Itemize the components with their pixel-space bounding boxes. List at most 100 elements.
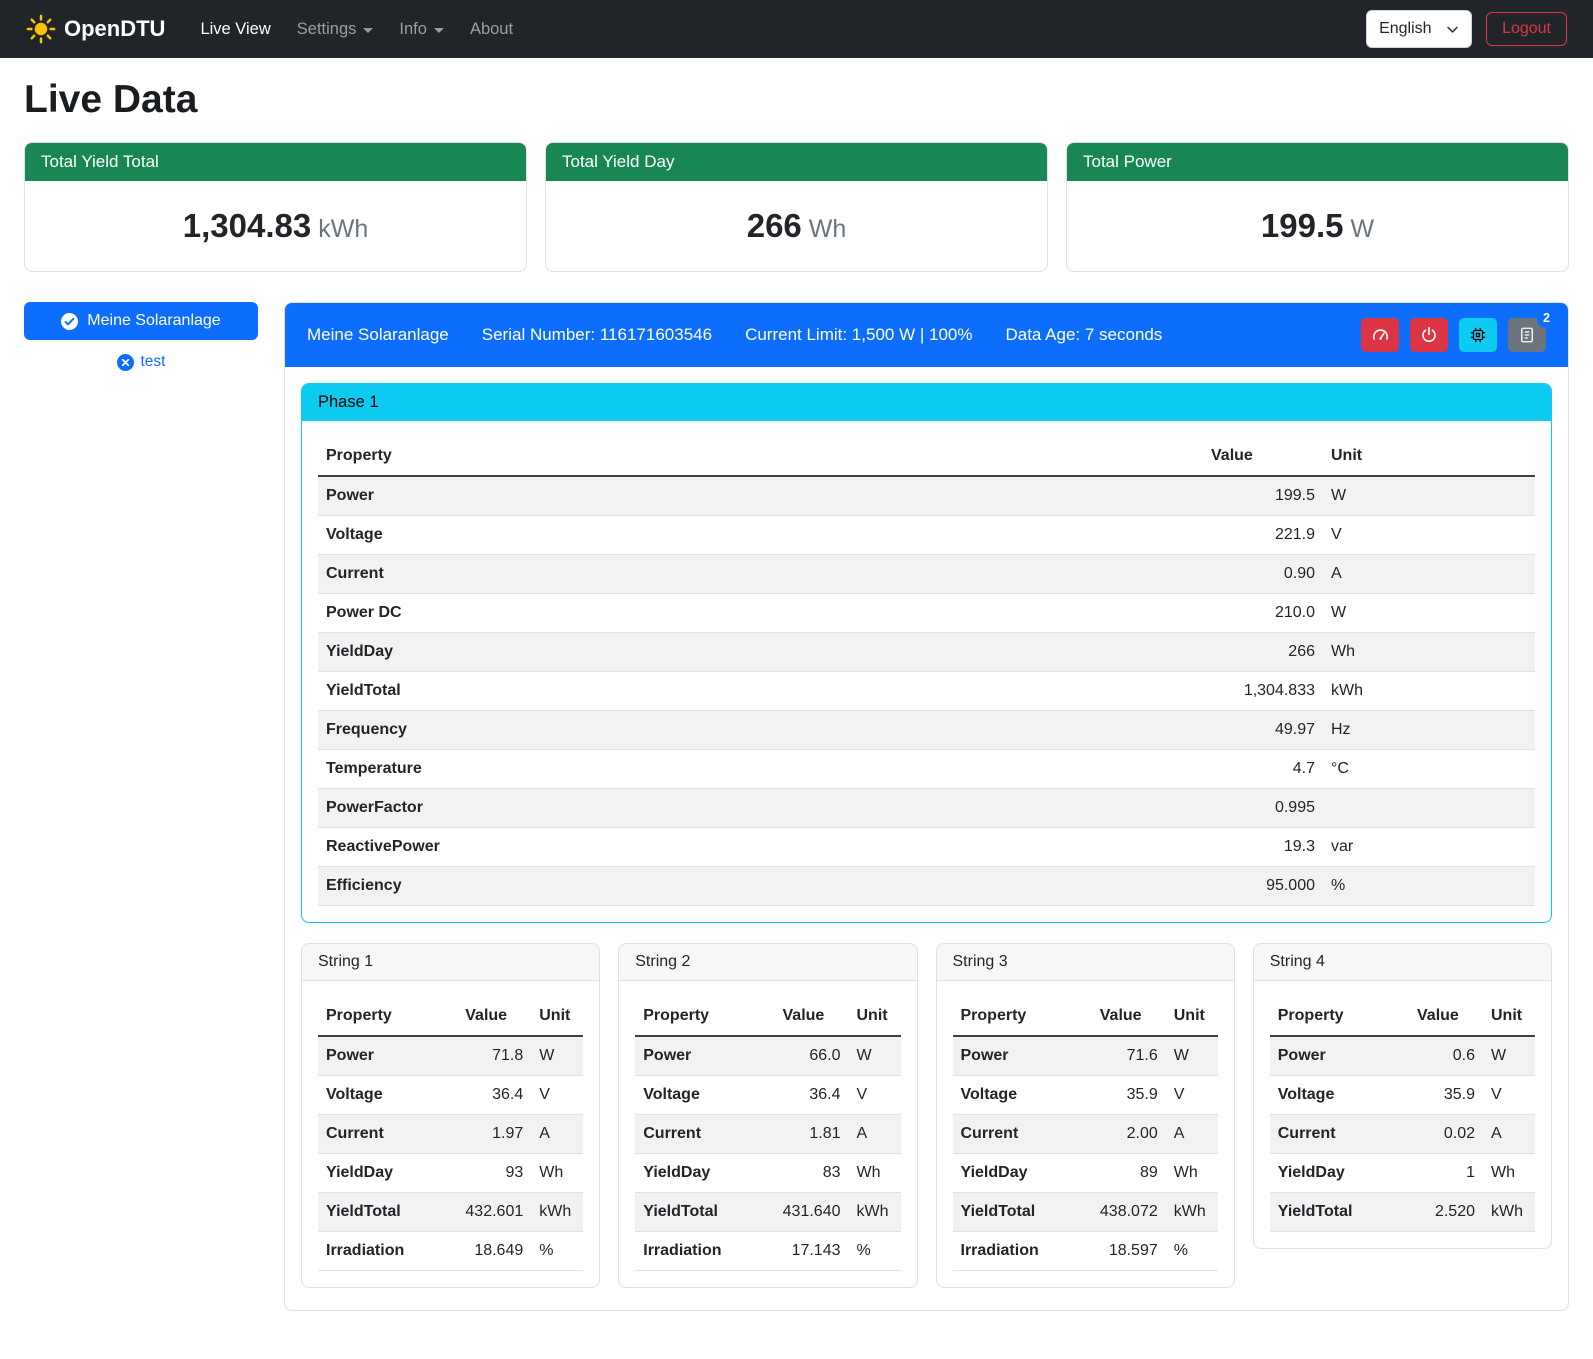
column-header-unit: Unit	[1483, 997, 1535, 1036]
row-value: 266	[1203, 633, 1323, 672]
nav-item-info[interactable]: Info	[386, 12, 457, 47]
nav-info-label: Info	[399, 20, 427, 39]
row-property: YieldDay	[318, 633, 1203, 672]
row-unit: Hz	[1323, 711, 1535, 750]
table-row: Power DC210.0W	[318, 594, 1535, 633]
device-info-button[interactable]	[1459, 318, 1497, 352]
card-value: 199.5	[1261, 207, 1344, 244]
nav-item-live-view[interactable]: Live View	[187, 12, 283, 47]
row-value: 2.520	[1409, 1193, 1483, 1232]
row-property: Current	[1270, 1115, 1409, 1154]
table-row: ReactivePower19.3var	[318, 828, 1535, 867]
phase-card-title: Phase 1	[302, 384, 1551, 421]
row-unit: A	[1483, 1115, 1535, 1154]
table-row: YieldTotal438.072kWh	[953, 1193, 1218, 1232]
table-header-row: Property Value Unit	[318, 997, 583, 1036]
x-circle-icon	[117, 354, 134, 371]
string-table: Property Value Unit Power71.8WVoltage36.…	[318, 997, 583, 1271]
row-unit: A	[1166, 1115, 1218, 1154]
row-value: 18.597	[1092, 1232, 1166, 1271]
row-property: YieldDay	[318, 1154, 457, 1193]
inverter-item-label: Meine Solaranlage	[87, 312, 220, 330]
limit-settings-button[interactable]	[1361, 318, 1399, 352]
row-value: 35.9	[1092, 1076, 1166, 1115]
row-value: 36.4	[775, 1076, 849, 1115]
row-property: YieldTotal	[953, 1193, 1092, 1232]
table-row: YieldDay83Wh	[635, 1154, 900, 1193]
table-row: Frequency49.97Hz	[318, 711, 1535, 750]
main-content: Live Data Total Yield Total 1,304.83kWh …	[0, 78, 1593, 1337]
chevron-down-icon	[1446, 23, 1459, 36]
card-body: 199.5W	[1067, 181, 1568, 271]
card-total-yield-total: Total Yield Total 1,304.83kWh	[24, 142, 527, 272]
string-card-title: String 1	[302, 944, 599, 981]
navbar: OpenDTU Live View Settings Info About En…	[0, 0, 1593, 58]
row-unit: V	[849, 1076, 901, 1115]
nav-item-about[interactable]: About	[457, 12, 526, 47]
row-value: 1.81	[775, 1115, 849, 1154]
row-property: Frequency	[318, 711, 1203, 750]
inverter-panel: Meine Solaranlage Serial Number: 1161716…	[284, 302, 1569, 1311]
table-header-row: Property Value Unit	[635, 997, 900, 1036]
check-circle-icon	[61, 313, 78, 330]
string-card: String 4 Property Value Unit Power0.6WVo…	[1253, 943, 1552, 1249]
row-unit: A	[1323, 555, 1535, 594]
table-row: Current0.02A	[1270, 1115, 1535, 1154]
event-log-button[interactable]: 2	[1508, 318, 1546, 352]
row-unit: W	[1323, 594, 1535, 633]
column-header-value: Value	[1092, 997, 1166, 1036]
brand-link[interactable]: OpenDTU	[26, 14, 165, 44]
row-property: Irradiation	[318, 1232, 457, 1271]
inverter-current-limit: Current Limit: 1,500 W | 100%	[745, 325, 972, 345]
chevron-down-icon	[363, 28, 373, 33]
row-property: Power	[635, 1036, 774, 1076]
table-row: Voltage36.4V	[635, 1076, 900, 1115]
row-value: 432.601	[457, 1193, 531, 1232]
table-row: Voltage35.9V	[953, 1076, 1218, 1115]
content-row: Meine Solaranlage test Meine Solaranlage…	[24, 302, 1569, 1311]
row-unit: %	[1166, 1232, 1218, 1271]
row-value: 17.143	[775, 1232, 849, 1271]
inverter-panel-body: Phase 1 Property Value Unit Power199.5WV…	[285, 367, 1568, 1310]
row-value: 438.072	[1092, 1193, 1166, 1232]
row-property: YieldTotal	[1270, 1193, 1409, 1232]
logout-button[interactable]: Logout	[1486, 12, 1567, 46]
page-title: Live Data	[24, 78, 1569, 122]
summary-cards-row: Total Yield Total 1,304.83kWh Total Yiel…	[24, 142, 1569, 272]
language-selected-value: English	[1379, 20, 1431, 38]
table-row: Current1.81A	[635, 1115, 900, 1154]
sun-logo-icon	[26, 14, 56, 44]
table-row: Power71.6W	[953, 1036, 1218, 1076]
chevron-down-icon	[434, 28, 444, 33]
table-row: Power66.0W	[635, 1036, 900, 1076]
table-row: Power71.8W	[318, 1036, 583, 1076]
row-value: 49.97	[1203, 711, 1323, 750]
row-unit: W	[1166, 1036, 1218, 1076]
column-header-value: Value	[1203, 437, 1323, 476]
table-row: Temperature4.7°C	[318, 750, 1535, 789]
nav-item-settings[interactable]: Settings	[284, 12, 387, 47]
power-icon	[1420, 326, 1438, 344]
power-control-button[interactable]	[1410, 318, 1448, 352]
row-value: 0.02	[1409, 1115, 1483, 1154]
language-select[interactable]: English	[1366, 10, 1472, 48]
table-row: Current0.90A	[318, 555, 1535, 594]
row-value: 4.7	[1203, 750, 1323, 789]
row-property: PowerFactor	[318, 789, 1203, 828]
inverter-serial: Serial Number: 116171603546	[482, 325, 712, 345]
row-unit: V	[1483, 1076, 1535, 1115]
column-header-property: Property	[953, 997, 1092, 1036]
inverter-item-test[interactable]: test	[24, 353, 258, 371]
row-value: 199.5	[1203, 476, 1323, 516]
row-unit: kWh	[531, 1193, 583, 1232]
table-row: YieldDay93Wh	[318, 1154, 583, 1193]
row-property: Power	[318, 476, 1203, 516]
table-row: YieldDay1Wh	[1270, 1154, 1535, 1193]
navbar-left: OpenDTU Live View Settings Info About	[26, 12, 526, 47]
string-card-body: Property Value Unit Power66.0WVoltage36.…	[619, 981, 916, 1287]
row-unit: A	[849, 1115, 901, 1154]
table-row: YieldTotal2.520kWh	[1270, 1193, 1535, 1232]
table-row: Irradiation18.649%	[318, 1232, 583, 1271]
inverter-item-meine-solaranlage[interactable]: Meine Solaranlage	[24, 302, 258, 340]
row-unit: %	[849, 1232, 901, 1271]
